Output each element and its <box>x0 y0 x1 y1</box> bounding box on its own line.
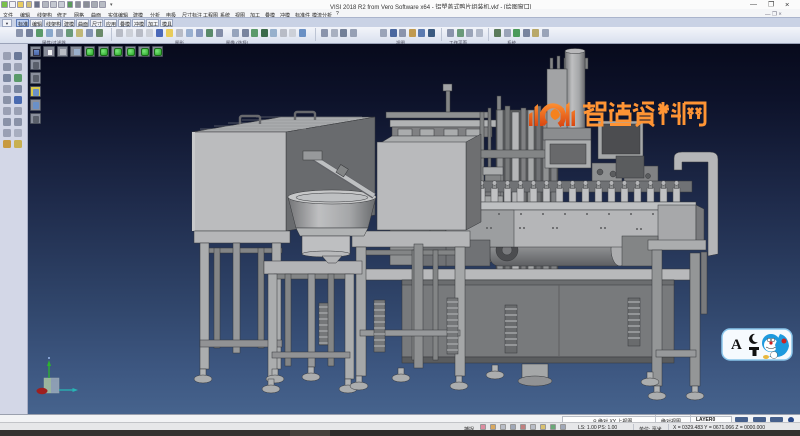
svg-text:A: A <box>731 337 742 353</box>
